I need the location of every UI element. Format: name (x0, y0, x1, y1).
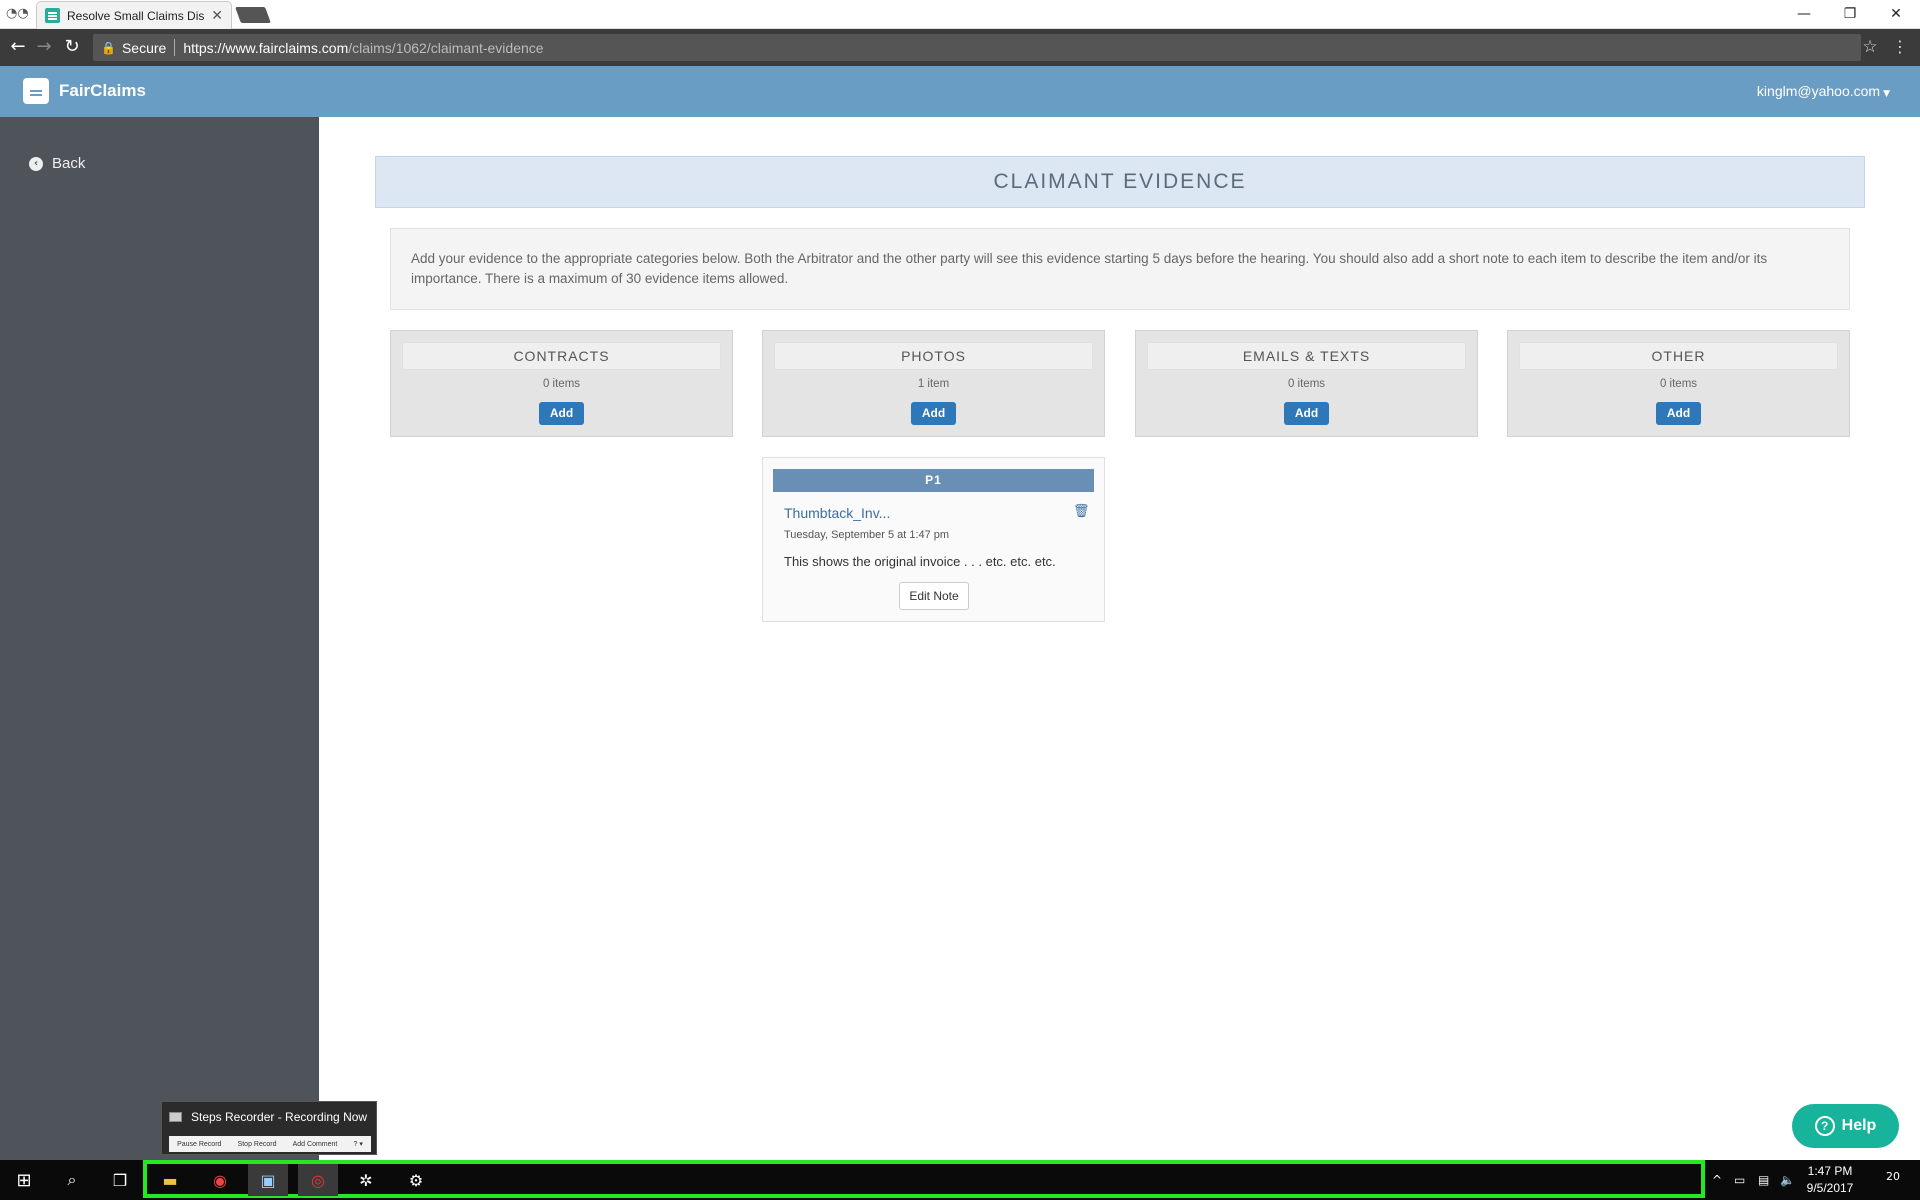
tray-chevron-up-icon[interactable]: ^ (1712, 1164, 1722, 1196)
category-photos: PHOTOS 1 item Add (762, 330, 1105, 437)
reload-icon[interactable]: ↻ (60, 36, 84, 58)
steps-recorder-title-text: Steps Recorder - Recording Now (191, 1110, 368, 1124)
question-icon: ? (1814, 1116, 1835, 1136)
clock-date: 9/5/2017 (1806, 1181, 1854, 1195)
help-button[interactable]: ? Help (1792, 1104, 1899, 1148)
clock-time: 1:47 PM (1807, 1164, 1853, 1178)
search-icon[interactable]: ⌕ (52, 1164, 92, 1196)
evidence-note: This shows the original invoice . . . et… (784, 554, 1056, 569)
back-circle-icon: ‹ (29, 156, 43, 171)
site-favicon-icon (45, 8, 60, 23)
evidence-card: P1 Thumbtack_Inv... 🗑 Tuesday, September… (762, 457, 1105, 622)
bookmark-star-icon[interactable]: ☆ (1859, 36, 1881, 58)
app-header (0, 66, 1920, 117)
intro-text: Add your evidence to the appropriate cat… (390, 228, 1850, 310)
back-label: Back (52, 155, 86, 172)
url-host: https://www.fairclaims.com (183, 39, 349, 56)
caret-down-icon: ▼ (1883, 89, 1890, 99)
category-count: 0 items (542, 378, 581, 390)
secure-label: Secure (121, 39, 167, 56)
browser-menu-icon[interactable]: ⋮ (1892, 36, 1908, 58)
category-contracts: CONTRACTS 0 items Add (390, 330, 733, 437)
file-explorer-icon[interactable]: ▬ (150, 1164, 190, 1196)
minimize-icon[interactable]: — (1784, 2, 1824, 26)
url-separator (174, 39, 176, 56)
stop-record-button[interactable]: Stop Record (238, 1141, 277, 1148)
incognito-icon: ◔◔ (6, 6, 29, 21)
network-icon[interactable]: ▤ (1758, 1164, 1769, 1196)
task-view-icon[interactable]: ❒ (100, 1164, 140, 1196)
category-title: CONTRACTS (402, 342, 721, 370)
user-email: kinglm@yahoo.com (1756, 83, 1881, 99)
forward-arrow-icon[interactable]: → (32, 36, 56, 58)
close-window-icon[interactable]: ✕ (1876, 2, 1916, 26)
browser-tab-strip (0, 0, 1920, 29)
edit-note-button[interactable]: Edit Note (899, 582, 969, 610)
chrome-icon[interactable]: ◎ (298, 1164, 338, 1196)
browser-tab[interactable]: Resolve Small Claims Dis ✕ (36, 1, 232, 29)
steps-recorder-taskbar-icon[interactable]: ▣ (248, 1164, 288, 1196)
category-title: PHOTOS (774, 342, 1093, 370)
steps-recorder-title: Steps Recorder - Recording Now (169, 1110, 367, 1124)
add-emails-texts-button[interactable]: Add (1284, 402, 1329, 425)
category-emails-texts: EMAILS & TEXTS 0 items Add (1135, 330, 1478, 437)
back-link[interactable]: ‹ Back (29, 155, 85, 172)
steps-recorder-icon (169, 1112, 182, 1122)
paint-icon[interactable]: ◉ (200, 1164, 240, 1196)
add-other-button[interactable]: Add (1656, 402, 1701, 425)
slack-icon[interactable]: ✲ (346, 1164, 386, 1196)
category-count: 1 item (917, 378, 950, 390)
help-dropdown-icon[interactable]: ? ▾ (354, 1140, 363, 1148)
category-title: EMAILS & TEXTS (1147, 342, 1466, 370)
category-count: 0 items (1659, 378, 1698, 390)
url-input[interactable]: 🔒 Secure https://www.fairclaims.com/clai… (93, 34, 1861, 61)
add-comment-button[interactable]: Add Comment (293, 1141, 338, 1148)
back-arrow-icon[interactable]: ← (6, 36, 30, 58)
start-windows-icon[interactable]: ⊞ (4, 1164, 44, 1196)
taskbar-clock[interactable]: 1:47 PM 9/5/2017 (1795, 1163, 1865, 1197)
new-tab-button[interactable] (235, 7, 271, 23)
evidence-file-link[interactable]: Thumbtack_Inv... (784, 505, 890, 521)
notifications-icon[interactable]: 20 (1880, 1170, 1906, 1192)
fairclaims-logo-icon[interactable] (23, 78, 49, 104)
user-menu[interactable]: kinglm@yahoo.com ▼ (1757, 83, 1890, 99)
pause-record-button[interactable]: Pause Record (177, 1141, 221, 1148)
steps-recorder-toolbar: Pause Record Stop Record Add Comment ? ▾ (169, 1136, 371, 1152)
notification-count: 20 (1886, 1170, 1900, 1183)
category-title: OTHER (1519, 342, 1838, 370)
restore-icon[interactable]: ❐ (1830, 2, 1870, 26)
tab-title: Resolve Small Claims Dis (67, 8, 205, 23)
lock-icon: 🔒 (101, 40, 116, 55)
page-title: CLAIMANT EVIDENCE (375, 156, 1865, 208)
settings-gear-icon[interactable]: ⚙ (396, 1164, 436, 1196)
category-count: 0 items (1287, 378, 1326, 390)
add-photos-button[interactable]: Add (911, 402, 956, 425)
help-label: Help (1841, 1117, 1877, 1134)
battery-icon[interactable]: ▭ (1734, 1164, 1745, 1196)
evidence-date: Tuesday, September 5 at 1:47 pm (784, 529, 950, 541)
close-tab-icon[interactable]: ✕ (211, 8, 223, 24)
url-path: /claims/1062/claimant-evidence (348, 39, 544, 56)
trash-icon[interactable]: 🗑 (1073, 504, 1090, 519)
sidebar (0, 117, 319, 1160)
category-other: OTHER 0 items Add (1507, 330, 1850, 437)
volume-icon[interactable]: 🔈 (1780, 1164, 1795, 1196)
steps-recorder-preview[interactable]: Steps Recorder - Recording Now Pause Rec… (161, 1101, 377, 1155)
add-contracts-button[interactable]: Add (539, 402, 584, 425)
evidence-label: P1 (773, 469, 1094, 492)
brand-name[interactable]: FairClaims (59, 81, 146, 101)
